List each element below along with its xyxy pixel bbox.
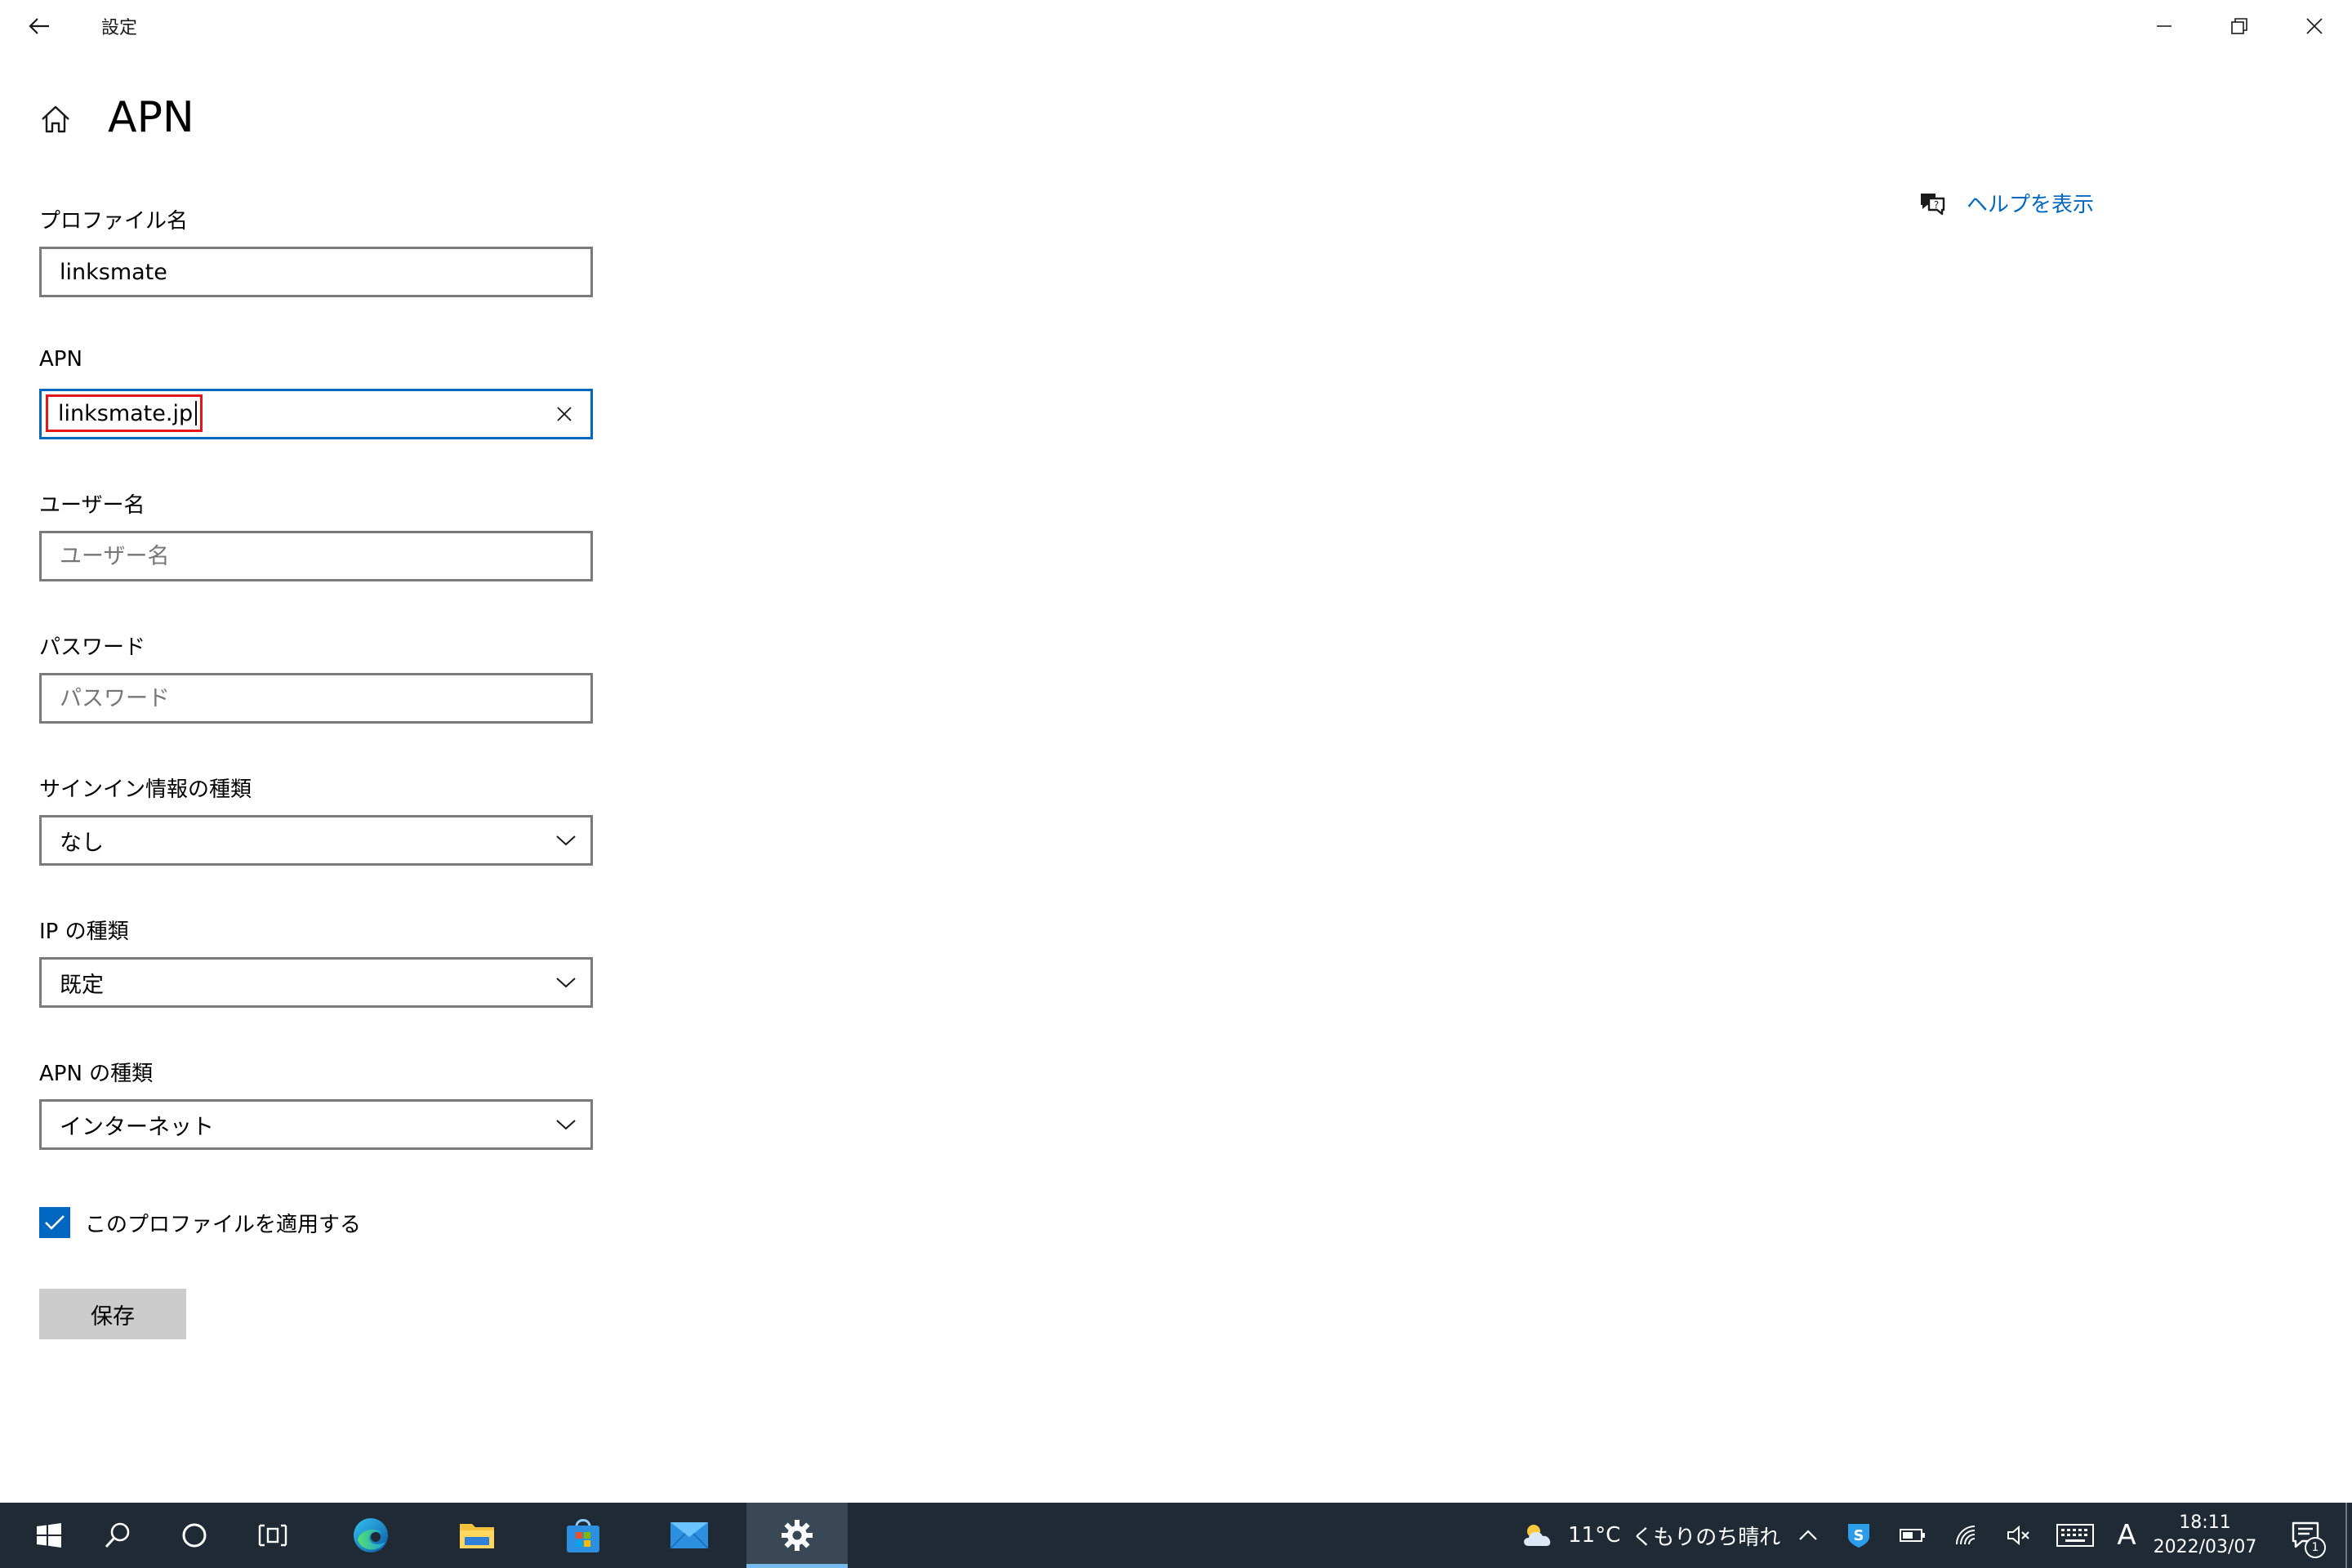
cellular-signal-icon	[1956, 1526, 1976, 1545]
restore-icon	[2231, 18, 2247, 34]
weather-condition: くもりのち晴れ	[1632, 1525, 1781, 1550]
apn-value-highlight: linksmate.jp	[46, 394, 203, 432]
settings-button[interactable]	[746, 1503, 848, 1568]
chevron-down-icon	[555, 1113, 577, 1136]
store-icon	[567, 1519, 599, 1552]
password-input[interactable]	[39, 673, 593, 724]
volume-muted-icon	[2007, 1525, 2029, 1546]
security-shield-icon: S	[1848, 1524, 1869, 1548]
home-button[interactable]	[36, 100, 75, 139]
windows-start-icon	[37, 1523, 61, 1548]
apply-profile-checkbox[interactable]	[39, 1207, 70, 1238]
cellular-network-tray-button[interactable]	[1949, 1503, 1984, 1568]
apn-type-label: APN の種類	[39, 1062, 154, 1086]
ime-mode-indicator[interactable]: A	[2110, 1503, 2143, 1568]
keyboard-icon	[2056, 1524, 2094, 1547]
help-chat-icon: ?	[1921, 193, 1945, 215]
username-input[interactable]	[39, 531, 593, 581]
svg-text:S: S	[1854, 1527, 1864, 1544]
security-tray-button[interactable]: S	[1842, 1503, 1875, 1568]
apn-type-value: インターネット	[60, 1114, 214, 1140]
svg-text:?: ?	[1934, 199, 1939, 211]
touch-keyboard-button[interactable]	[2053, 1503, 2097, 1568]
clear-icon	[557, 407, 572, 421]
app-title: 設定	[101, 18, 138, 38]
apn-label: APN	[39, 347, 82, 372]
mail-icon	[670, 1522, 709, 1549]
edge-button[interactable]	[322, 1503, 420, 1568]
show-hidden-icons-button[interactable]	[1792, 1503, 1824, 1568]
text-caret	[195, 401, 198, 425]
ip-type-label: IP の種類	[39, 920, 129, 944]
sign-in-type-select[interactable]: なし	[39, 815, 593, 866]
restore-button[interactable]	[2202, 0, 2277, 52]
password-label: パスワード	[39, 635, 146, 660]
cortana-icon	[182, 1523, 207, 1548]
back-button[interactable]	[18, 7, 60, 46]
title-bar: 設定	[0, 0, 2352, 52]
back-arrow-icon	[29, 18, 49, 34]
apn-input[interactable]: linksmate.jp	[39, 389, 593, 439]
chevron-up-icon	[1799, 1530, 1817, 1540]
profile-name-value: linksmate	[60, 259, 167, 285]
chevron-down-icon	[555, 971, 577, 994]
username-label: ユーザー名	[39, 493, 145, 518]
sign-in-type-label: サインイン情報の種類	[39, 777, 252, 802]
volume-tray-button[interactable]	[2001, 1503, 2037, 1568]
cloud-sun-icon	[1524, 1525, 1551, 1546]
sign-in-type-value: なし	[60, 830, 104, 856]
minimize-icon	[2157, 25, 2172, 27]
apn-value: linksmate.jp	[58, 400, 194, 426]
ip-type-select[interactable]: 既定	[39, 957, 593, 1008]
task-view-icon	[258, 1524, 287, 1547]
edge-icon	[354, 1518, 388, 1552]
file-explorer-icon	[460, 1524, 494, 1548]
search-icon	[105, 1522, 130, 1548]
show-desktop-button[interactable]	[2345, 1503, 2347, 1568]
store-button[interactable]	[534, 1503, 632, 1568]
settings-gear-icon	[782, 1520, 813, 1551]
task-view-button[interactable]	[224, 1503, 322, 1568]
help-section: ? ヘルプを表示	[1918, 188, 2094, 218]
battery-tray-button[interactable]	[1895, 1503, 1931, 1568]
taskbar: 11°C くもりのち晴れ S A 18:11 2022/03/07 1	[0, 1503, 2352, 1568]
clock-time: 18:11	[2179, 1512, 2231, 1533]
help-link[interactable]: ヘルプを表示	[1967, 188, 2094, 218]
apply-profile-row: このプロファイルを適用する	[39, 1207, 361, 1238]
chevron-down-icon	[555, 829, 577, 852]
weather-temperature: 11°C	[1568, 1523, 1621, 1548]
clock[interactable]: 18:11 2022/03/07	[2140, 1511, 2270, 1560]
close-icon	[2306, 18, 2323, 34]
mail-button[interactable]	[640, 1503, 738, 1568]
profile-name-input[interactable]: linksmate	[39, 247, 593, 297]
home-icon	[42, 105, 69, 133]
notification-count-badge: 1	[2305, 1537, 2326, 1558]
save-button[interactable]: 保存	[39, 1289, 186, 1339]
apply-profile-label: このプロファイルを適用する	[85, 1212, 362, 1237]
ip-type-value: 既定	[60, 972, 104, 998]
checkmark-icon	[45, 1215, 65, 1230]
apn-type-select[interactable]: インターネット	[39, 1099, 593, 1150]
clock-date: 2022/03/07	[2153, 1537, 2257, 1557]
page-title: APN	[108, 93, 194, 142]
battery-icon	[1900, 1529, 1925, 1542]
action-center-button[interactable]: 1	[2278, 1503, 2336, 1568]
clear-text-button[interactable]	[546, 396, 582, 432]
file-explorer-button[interactable]	[428, 1503, 526, 1568]
profile-name-label: プロファイル名	[39, 209, 189, 234]
weather-widget[interactable]: 11°C くもりのち晴れ	[1521, 1503, 1780, 1568]
minimize-button[interactable]	[2127, 0, 2202, 52]
close-button[interactable]	[2277, 0, 2352, 52]
